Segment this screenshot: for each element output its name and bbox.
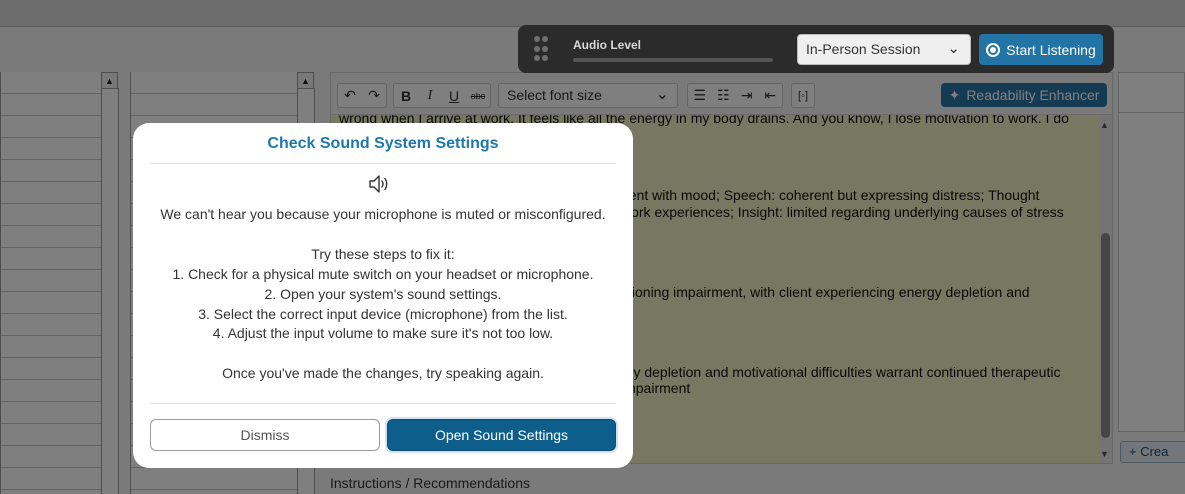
- audio-control-bar: Audio Level In-Person Session ⌄ Start Li…: [518, 25, 1114, 73]
- dismiss-button[interactable]: Dismiss: [150, 419, 380, 451]
- step-item: 3. Select the correct input device (micr…: [198, 306, 568, 322]
- start-listening-button[interactable]: Start Listening: [979, 34, 1103, 65]
- session-type-value: In-Person Session: [806, 41, 921, 57]
- divider: [150, 163, 616, 164]
- step-item: 2. Open your system's sound settings.: [264, 286, 502, 302]
- steps-intro: Try these steps to fix it:: [311, 246, 455, 262]
- step-item: 1. Check for a physical mute switch on y…: [172, 266, 594, 282]
- sound-settings-dialog: Check Sound System Settings We can't hea…: [133, 123, 633, 468]
- chevron-down-icon: ⌄: [947, 40, 960, 57]
- audio-level-meter: [573, 58, 773, 62]
- audio-level-label: Audio Level: [573, 38, 642, 52]
- dialog-title: Check Sound System Settings: [267, 135, 499, 152]
- drag-grip-icon[interactable]: [534, 36, 548, 62]
- divider: [150, 403, 616, 404]
- closing-message: Once you've made the changes, try speaki…: [222, 365, 544, 381]
- speaker-icon: [369, 175, 388, 193]
- record-icon: [986, 42, 1001, 57]
- start-listening-label: Start Listening: [1006, 41, 1096, 58]
- step-item: 4. Adjust the input volume to make sure …: [212, 325, 554, 341]
- dialog-message: We can't hear you because your microphon…: [160, 206, 606, 222]
- open-sound-settings-button[interactable]: Open Sound Settings: [387, 419, 616, 451]
- session-type-select[interactable]: In-Person Session ⌄: [797, 34, 971, 65]
